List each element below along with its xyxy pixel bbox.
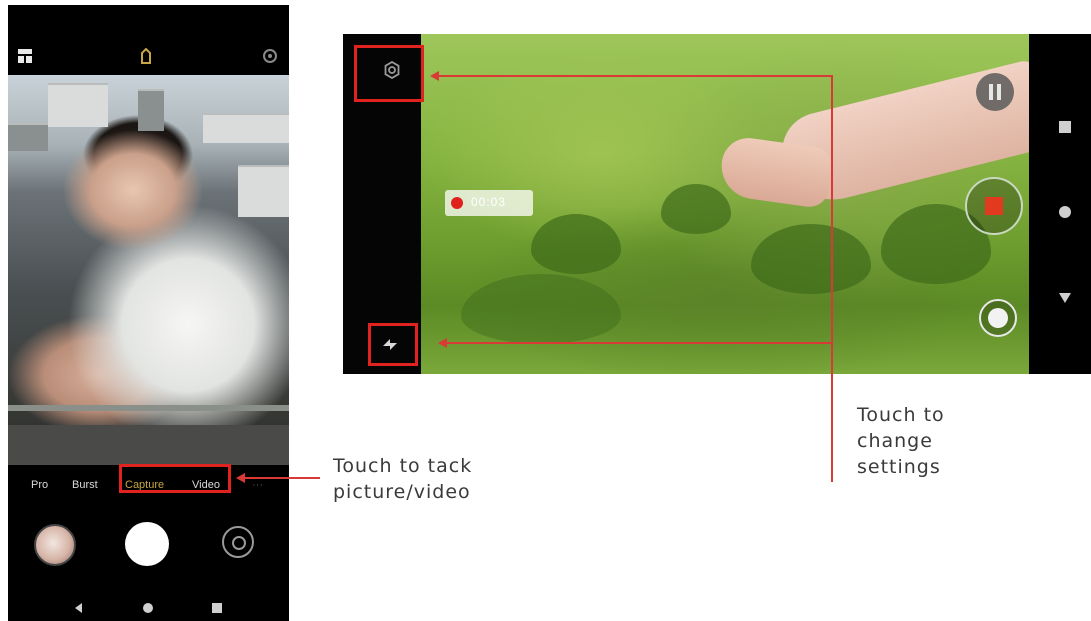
background-building <box>203 113 289 143</box>
stop-record-icon[interactable] <box>963 175 1025 237</box>
settings-annotation-line3: settings <box>857 456 941 478</box>
shutter-row <box>8 510 289 580</box>
back-icon[interactable] <box>73 602 83 614</box>
background-building <box>238 165 289 217</box>
recording-dot-icon <box>451 197 463 209</box>
capture-pointer-line <box>244 477 320 479</box>
settings-annotation-line1: Touch to <box>857 404 945 426</box>
recording-time: 00:03 <box>471 195 507 209</box>
tea-leaves <box>531 214 621 274</box>
background-building <box>138 89 164 131</box>
switch-camera-icon[interactable] <box>222 526 254 558</box>
mode-more[interactable]: ··· <box>252 479 263 491</box>
gallery-thumbnail[interactable] <box>34 524 76 566</box>
balcony-rail <box>8 405 289 411</box>
flash-highlight-box <box>368 323 418 366</box>
settings-pointer-bottom-line <box>446 342 833 344</box>
tea-leaves <box>751 224 871 294</box>
back-icon[interactable] <box>1058 292 1072 304</box>
recents-icon[interactable] <box>1059 121 1071 133</box>
recents-icon[interactable] <box>212 603 222 613</box>
settings-icon[interactable] <box>262 48 278 64</box>
capture-pointer-arrowhead <box>236 473 245 483</box>
camera-top-bar <box>8 5 289 75</box>
video-viewfinder[interactable]: 00:03 <box>421 34 1029 374</box>
capture-annotation-label: Touch to tack picture/video <box>333 453 472 505</box>
settings-pointer-bottom-arrowhead <box>438 338 447 348</box>
pause-icon[interactable] <box>975 72 1015 112</box>
landscape-nav-bar <box>1029 34 1091 374</box>
mode-burst[interactable]: Burst <box>72 479 98 491</box>
flash-icon[interactable] <box>139 48 153 64</box>
settings-pointer-top-arrowhead <box>430 71 439 81</box>
background-building <box>48 83 108 127</box>
capture-annotation-line2: picture/video <box>333 481 471 503</box>
home-icon[interactable] <box>1059 206 1071 218</box>
settings-annotation-line2: change <box>857 430 933 452</box>
menu-grid-icon[interactable] <box>18 49 32 63</box>
tea-leaves <box>661 184 731 234</box>
recording-indicator: 00:03 <box>445 190 533 216</box>
capture-annotation-line1: Touch to tack <box>333 455 473 477</box>
portrait-phone-screen: Pro Burst Capture Video ··· <box>8 5 289 621</box>
home-icon[interactable] <box>142 602 154 614</box>
landscape-phone-screen: 00:03 <box>343 34 1091 374</box>
settings-annotation-label: Touch to change settings <box>857 402 945 480</box>
mode-pro[interactable]: Pro <box>31 479 48 491</box>
background-building <box>8 123 48 151</box>
tea-leaves <box>461 274 621 344</box>
system-nav-bar <box>8 595 289 621</box>
capture-video-highlight-box <box>119 464 231 493</box>
settings-pointer-vertical-line <box>831 75 833 482</box>
snapshot-icon[interactable] <box>978 298 1018 338</box>
shutter-button[interactable] <box>125 522 169 566</box>
camera-viewfinder-photo[interactable] <box>8 75 289 465</box>
settings-pointer-top-line <box>438 75 833 77</box>
settings-highlight-box <box>354 45 424 102</box>
balcony-rail <box>8 425 289 465</box>
